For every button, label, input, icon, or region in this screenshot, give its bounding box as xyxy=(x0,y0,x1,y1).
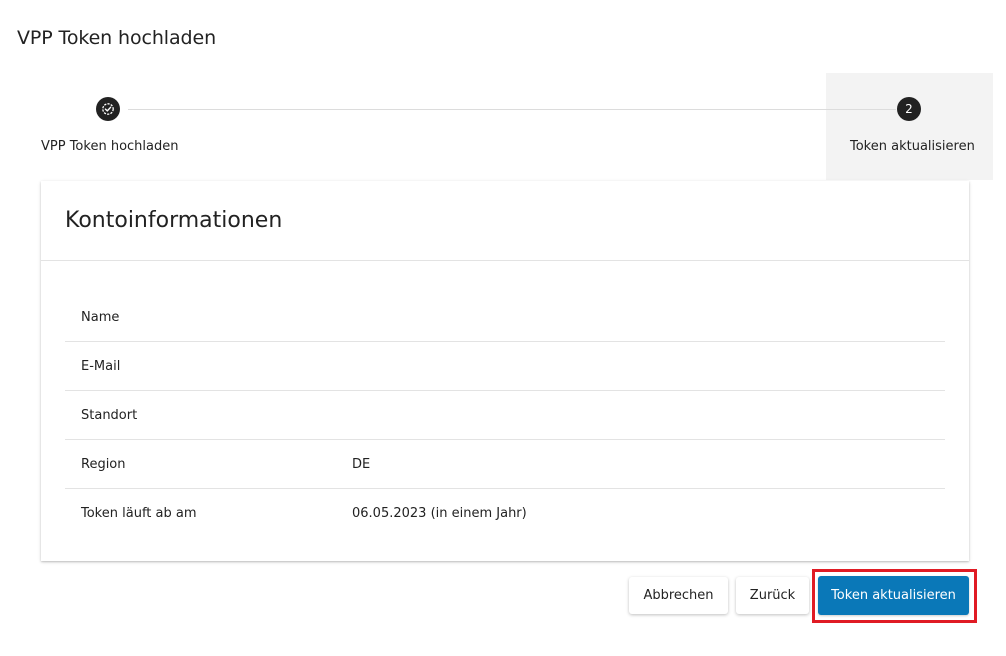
step-1-completed-icon[interactable] xyxy=(96,97,120,121)
step-2-number: 2 xyxy=(897,97,921,121)
update-token-button[interactable]: Token aktualisieren xyxy=(818,576,969,615)
step-1-label[interactable]: VPP Token hochladen xyxy=(41,139,178,154)
back-button[interactable]: Zurück xyxy=(736,577,809,614)
account-info-card: Kontoinformationen Name E-Mail Standort … xyxy=(41,181,969,561)
info-label: E-Mail xyxy=(81,358,121,374)
card-divider xyxy=(41,260,969,261)
info-label: Token läuft ab am xyxy=(81,506,197,521)
card-title: Kontoinformationen xyxy=(65,208,283,233)
dialog-title: VPP Token hochladen xyxy=(17,27,217,49)
step-2-label: Token aktualisieren xyxy=(850,139,975,154)
info-label: Name xyxy=(81,309,120,325)
check-circle-icon xyxy=(102,103,114,115)
cancel-button[interactable]: Abbrechen xyxy=(629,577,728,614)
info-label: Standort xyxy=(81,407,138,423)
info-label: Region xyxy=(81,456,126,472)
info-value: DE xyxy=(352,456,371,472)
info-row-email: E-Mail xyxy=(65,342,945,391)
active-step-highlight xyxy=(826,73,993,180)
info-value: 06.05.2023 (in einem Jahr) xyxy=(352,506,527,521)
info-row-region: Region DE xyxy=(65,440,945,489)
info-row-name: Name xyxy=(65,293,945,342)
info-row-location: Standort xyxy=(65,391,945,440)
account-info-table: Name E-Mail Standort Region DE Token läu… xyxy=(65,293,945,538)
stepper-connector xyxy=(128,109,896,110)
info-row-token-expiry: Token läuft ab am 06.05.2023 (in einem J… xyxy=(65,489,945,538)
